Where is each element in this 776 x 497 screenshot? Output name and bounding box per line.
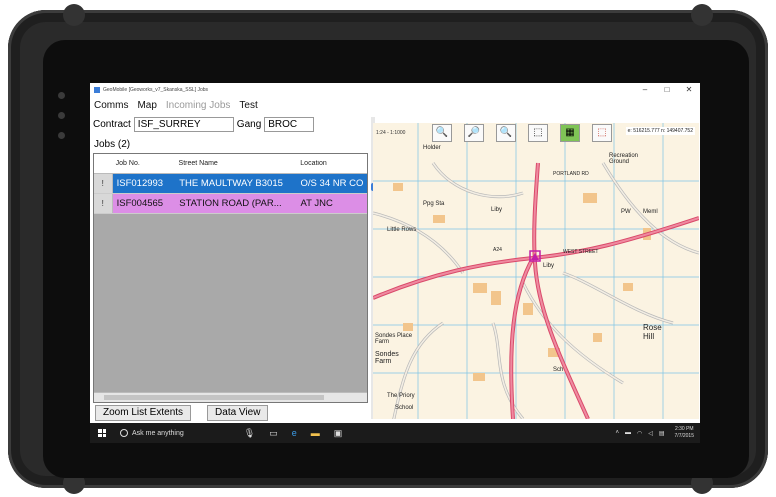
street-name: THE MAULTWAY B3015 bbox=[179, 178, 283, 189]
column-location[interactable]: Location bbox=[296, 160, 367, 167]
notification-icon[interactable]: ▤ bbox=[659, 430, 665, 437]
close-button[interactable]: ✕ bbox=[678, 83, 700, 97]
task-view-icon[interactable]: ▭ bbox=[269, 428, 278, 439]
zoom-list-extents-button[interactable]: Zoom List Extents bbox=[95, 405, 192, 421]
map-label-west-st: WEST STREET bbox=[563, 249, 599, 255]
edge-icon[interactable]: e bbox=[292, 428, 297, 438]
jobs-panel: Contract ISF_SURREY Gang BROC Jobs (2) J… bbox=[90, 113, 370, 423]
map-label-memorial: Meml bbox=[643, 209, 658, 215]
chevron-up-icon[interactable]: ˄ bbox=[615, 430, 619, 436]
jobs-table: Job No. Street Name Location ! ISF012993… bbox=[93, 153, 368, 403]
table-header: Job No. Street Name Location bbox=[94, 154, 367, 174]
sensor-icon bbox=[58, 132, 65, 139]
wifi-icon[interactable]: ◠ bbox=[637, 430, 642, 437]
map-label-little-rows: Little Rows bbox=[387, 227, 417, 233]
app-icon bbox=[94, 87, 100, 93]
location: AT JNC bbox=[300, 198, 333, 209]
window-title: GeoMobile [Geoworks_v7_Skanska_SSL] Jobs bbox=[103, 87, 209, 93]
taskbar-clock[interactable]: 2:30 PM 7/7/2015 bbox=[675, 426, 694, 440]
menu-test[interactable]: Test bbox=[239, 100, 257, 111]
windows-taskbar: Ask me anything 🎙 ▭ e ▬ ▣ ˄ ▬ ◠ ◁ ▤ 2:30… bbox=[90, 423, 700, 443]
map-label-school: School bbox=[395, 405, 414, 411]
map-view[interactable]: Holder Recreation Ground PORTLAND RD Ppg… bbox=[373, 123, 699, 419]
menu-incoming-jobs: Incoming Jobs bbox=[165, 99, 231, 111]
layers-icon[interactable]: ▦ bbox=[560, 124, 580, 142]
maximize-button[interactable]: □ bbox=[656, 83, 678, 97]
corner-bumper bbox=[691, 4, 713, 26]
clear-icon[interactable]: ⬚ bbox=[592, 124, 612, 142]
microphone-icon[interactable]: 🎙 bbox=[244, 428, 255, 439]
street-name: STATION ROAD (PAR... bbox=[179, 198, 282, 209]
menu-comms[interactable]: Comms bbox=[94, 100, 128, 111]
column-street-name[interactable]: Street Name bbox=[175, 160, 297, 167]
gang-field[interactable]: BROC bbox=[264, 117, 315, 132]
row-flag: ! bbox=[94, 194, 113, 213]
row-flag: ! bbox=[94, 174, 113, 193]
map-label-liby: Liby bbox=[491, 207, 503, 213]
menu-map[interactable]: Map bbox=[137, 100, 156, 111]
sensor-icon bbox=[58, 112, 65, 119]
map-label-sondes-place: Sondes Place Farm bbox=[375, 333, 413, 345]
map-label-ppg: Ppg Sta bbox=[423, 201, 445, 207]
volume-icon[interactable]: ◁ bbox=[648, 430, 653, 437]
map-label-rose-hill: Rose Hill bbox=[643, 323, 662, 341]
corner-bumper bbox=[63, 4, 85, 26]
job-number: ISF004565 bbox=[116, 198, 164, 209]
map-scale: 1:24 - 1:1000 bbox=[376, 130, 406, 136]
app-screen: GeoMobile [Geoworks_v7_Skanska_SSL] Jobs… bbox=[90, 83, 700, 443]
job-number: ISF012993 bbox=[116, 178, 164, 189]
clock-time: 2:30 PM bbox=[674, 426, 694, 432]
map-label-sch: Sch bbox=[553, 367, 564, 373]
location: O/S 34 NR CO bbox=[300, 178, 364, 189]
zoom-area-icon[interactable]: 🔎 bbox=[464, 124, 484, 142]
minimize-button[interactable]: – bbox=[634, 83, 656, 97]
store-icon[interactable]: ▣ bbox=[334, 428, 343, 439]
data-view-button[interactable]: Data View bbox=[207, 405, 269, 421]
map-label-liby2: Liby bbox=[543, 263, 555, 269]
taskbar-search[interactable]: Ask me anything bbox=[120, 429, 184, 437]
map-label-priory: The Priory bbox=[387, 393, 415, 399]
map-label-sondes: Sondes Farm bbox=[375, 351, 399, 365]
map-label-holder: Holder bbox=[423, 145, 441, 151]
contract-label: Contract bbox=[93, 119, 131, 130]
camera-icon bbox=[58, 92, 65, 99]
table-row[interactable]: ! ISF012993 THE MAULTWAY B3015 O/S 34 NR… bbox=[94, 174, 367, 194]
zoom-in-icon[interactable]: 🔍 bbox=[432, 124, 452, 142]
table-row[interactable]: ! ISF004565 STATION ROAD (PAR... AT JNC bbox=[94, 194, 367, 214]
map-canvas bbox=[373, 123, 699, 419]
system-tray: ˄ ▬ ◠ ◁ ▤ 2:30 PM 7/7/2015 bbox=[615, 426, 694, 440]
map-label-recreation: Recreation Ground bbox=[609, 153, 639, 165]
map-label-portland: PORTLAND RD bbox=[553, 171, 589, 177]
battery-icon[interactable]: ▬ bbox=[625, 430, 631, 436]
file-explorer-icon[interactable]: ▬ bbox=[311, 428, 320, 438]
windows-start-icon[interactable] bbox=[98, 429, 106, 437]
select-icon[interactable]: ⬚ bbox=[528, 124, 548, 142]
column-job-no[interactable]: Job No. bbox=[112, 160, 175, 167]
gang-label: Gang bbox=[236, 119, 262, 130]
zoom-out-icon[interactable]: 🔍 bbox=[496, 124, 516, 142]
window-titlebar: GeoMobile [Geoworks_v7_Skanska_SSL] Jobs… bbox=[90, 83, 700, 97]
menu-bar: Comms Map Incoming Jobs Test bbox=[90, 97, 700, 113]
clock-date: 7/7/2015 bbox=[674, 433, 694, 439]
jobs-count-label: Jobs (2) bbox=[94, 139, 131, 150]
horizontal-scrollbar[interactable] bbox=[94, 392, 367, 402]
map-label-a24: A24 bbox=[493, 247, 502, 253]
search-placeholder: Ask me anything bbox=[132, 429, 184, 437]
cortana-icon bbox=[120, 429, 128, 437]
map-label-pw: PW bbox=[621, 209, 631, 215]
contract-field[interactable]: ISF_SURREY bbox=[133, 117, 234, 132]
map-coordinates: e: 516215.777 n: 149407.752 bbox=[625, 127, 695, 135]
